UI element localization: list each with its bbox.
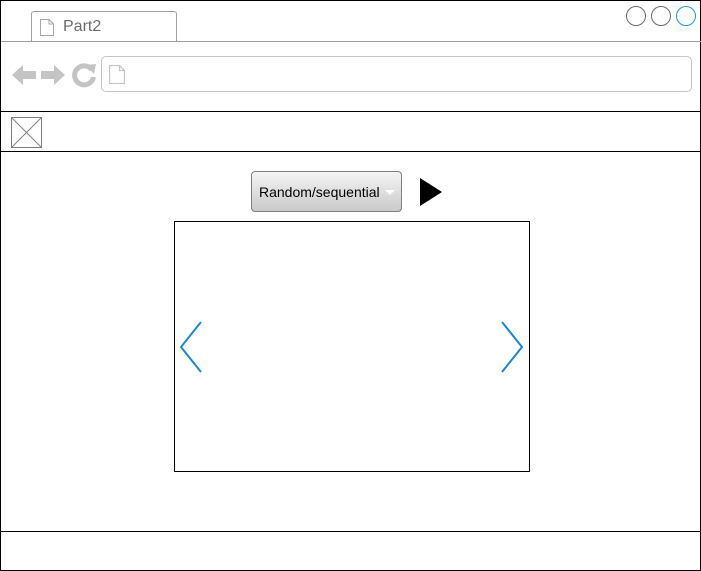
play-icon[interactable] [420, 178, 442, 206]
chevron-left-icon[interactable] [179, 320, 203, 374]
back-arrow-icon[interactable] [11, 62, 37, 88]
browser-window: Part2 Random/sequential [0, 0, 701, 571]
address-bar[interactable] [101, 56, 692, 92]
tab-bar-divider [1, 41, 701, 42]
chevron-down-icon [385, 190, 395, 195]
tab-title: Part2 [63, 18, 102, 35]
image-placeholder-icon [11, 117, 42, 148]
slideshow-viewer [174, 221, 530, 472]
browser-tab[interactable]: Part2 [31, 11, 177, 42]
maximize-button[interactable] [651, 6, 671, 26]
page-header [1, 111, 701, 152]
footer-divider [1, 531, 701, 532]
chevron-right-icon[interactable] [500, 320, 524, 374]
reload-icon[interactable] [71, 62, 97, 88]
document-icon [40, 19, 54, 36]
document-icon [109, 65, 125, 84]
mode-select[interactable]: Random/sequential [251, 171, 402, 212]
mode-select-label: Random/sequential [259, 184, 380, 200]
minimize-button[interactable] [626, 6, 646, 26]
close-button[interactable] [676, 6, 696, 26]
forward-arrow-icon[interactable] [40, 62, 66, 88]
